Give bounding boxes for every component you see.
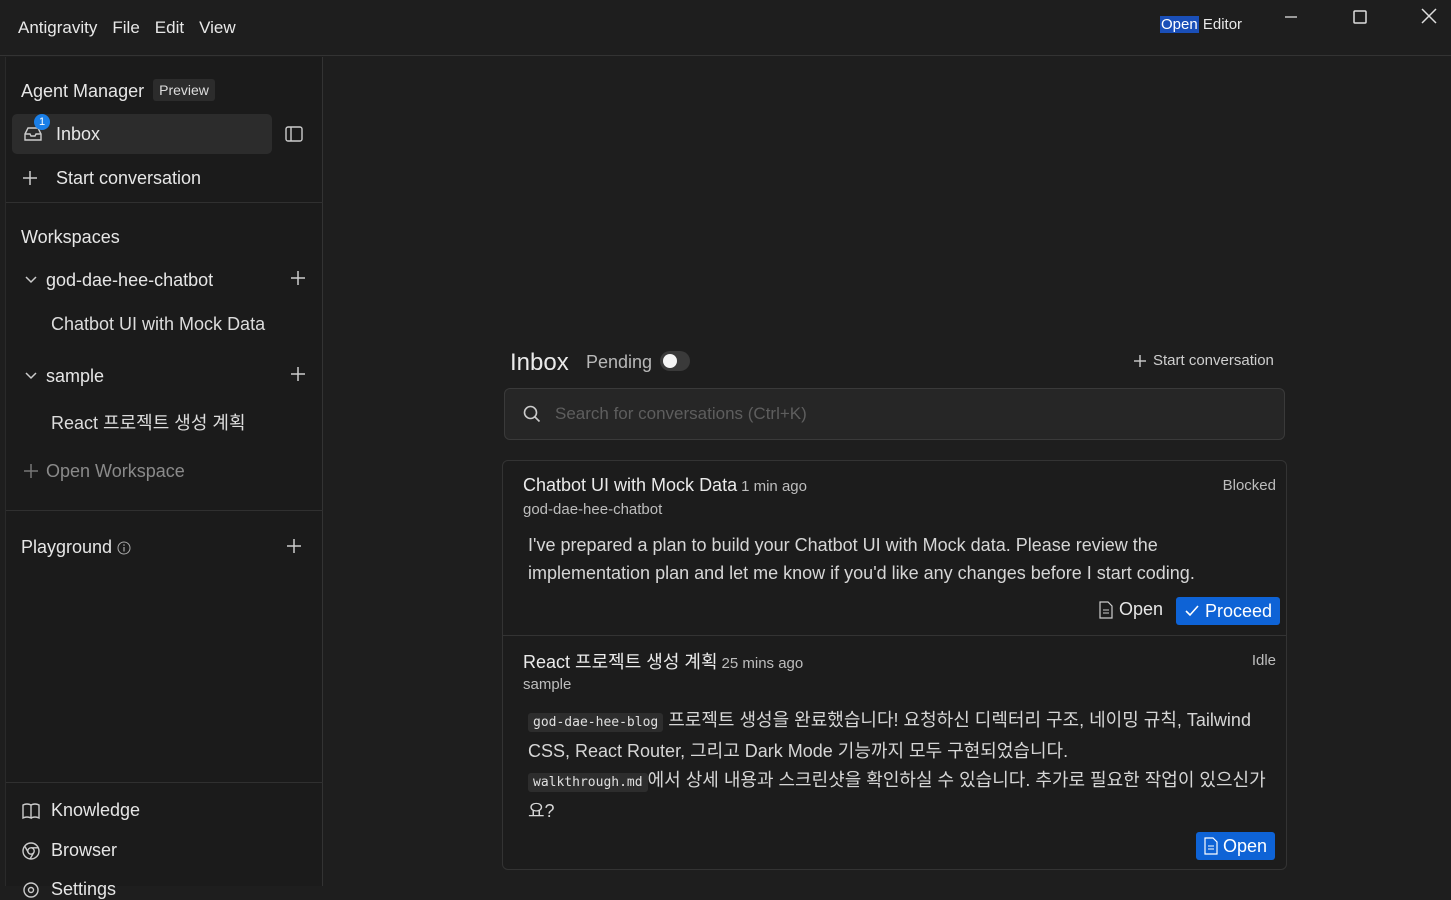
menu-bar: Antigravity File Edit View xyxy=(0,18,236,38)
plus-icon xyxy=(287,539,301,553)
file-icon xyxy=(1099,600,1113,619)
inline-code: walkthrough.md xyxy=(528,773,648,792)
conversation-title: Chatbot UI with Mock Data xyxy=(523,475,738,495)
conversation-card[interactable]: React 프로젝트 생성 계획 25 mins ago Idle sample … xyxy=(503,635,1286,869)
open-button[interactable]: Open xyxy=(1099,599,1163,620)
conversation-body: I've prepared a plan to build your Chatb… xyxy=(528,535,1195,583)
inbox-label: Inbox xyxy=(56,123,101,144)
toggle-knob xyxy=(663,354,677,368)
open-label: Open xyxy=(1223,835,1268,856)
status-badge: Idle xyxy=(1251,652,1276,669)
agent-manager-heading: Agent Manager Preview xyxy=(21,79,215,102)
agent-manager-label: Agent Manager xyxy=(21,81,145,101)
chrome-icon xyxy=(22,841,40,860)
inbox-count-badge: 1 xyxy=(34,114,50,130)
conversation-title: React 프로젝트 생성 계획 xyxy=(523,652,718,672)
menu-edit[interactable]: Edit xyxy=(155,18,184,38)
sidebar-divider xyxy=(6,202,323,203)
conversation-card[interactable]: Chatbot UI with Mock Data 1 min ago Block… xyxy=(503,461,1286,635)
conversation-body: god-dae-hee-blog 프로젝트 생성을 완료했습니다! 요청하신 디… xyxy=(528,706,1273,826)
workspace-sample[interactable]: sample xyxy=(16,358,306,394)
minimize-button[interactable] xyxy=(1281,6,1301,26)
conversation-workspace: god-dae-hee-chatbot xyxy=(523,501,663,518)
info-icon xyxy=(117,541,131,554)
title-bar: Antigravity File Edit View Open Editor xyxy=(0,0,1451,56)
proceed-button[interactable]: Proceed xyxy=(1176,597,1281,625)
playground-label: Playground xyxy=(21,537,113,557)
conversation-workspace: sample xyxy=(523,676,572,693)
plus-icon xyxy=(1134,354,1146,367)
open-workspace-button[interactable]: Open Workspace xyxy=(16,453,306,489)
open-editor-highlight: Open xyxy=(1160,16,1199,33)
add-conversation-icon[interactable] xyxy=(290,366,306,387)
workspace-god-dae-hee-chatbot[interactable]: god-dae-hee-chatbot xyxy=(16,262,306,298)
add-playground-button[interactable] xyxy=(286,538,302,559)
search-bar[interactable] xyxy=(504,388,1285,440)
workspace-name: god-dae-hee-chatbot xyxy=(46,269,214,290)
close-button[interactable] xyxy=(1419,6,1439,26)
add-conversation-icon[interactable] xyxy=(290,270,306,291)
sidebar-item-settings[interactable]: Settings xyxy=(21,879,116,900)
workspaces-heading: Workspaces xyxy=(21,227,120,247)
plus-icon xyxy=(16,463,46,479)
maximize-button[interactable] xyxy=(1350,6,1370,26)
maximize-icon xyxy=(1353,10,1367,24)
workspace-name: sample xyxy=(46,365,105,386)
sidebar-item-knowledge[interactable]: Knowledge xyxy=(21,800,140,821)
plus-icon xyxy=(22,170,50,186)
open-editor-label: Editor xyxy=(1198,16,1243,33)
start-conversation-label: Start conversation xyxy=(56,167,202,188)
conversation-time: 1 min ago xyxy=(741,478,807,495)
start-conversation-label: Start conversation xyxy=(1153,352,1274,369)
sidebar-divider xyxy=(6,782,323,783)
conversation-title-row: Chatbot UI with Mock Data 1 min ago xyxy=(523,475,807,496)
start-conversation-link[interactable]: Start conversation xyxy=(1133,352,1274,369)
inbox-icon: 1 xyxy=(22,114,50,144)
menu-file[interactable]: File xyxy=(112,18,139,38)
toggle-panel-button[interactable] xyxy=(284,124,304,149)
conversation-list: Chatbot UI with Mock Data 1 min ago Block… xyxy=(502,460,1287,870)
inline-code: god-dae-hee-blog xyxy=(528,713,664,732)
sidebar-divider xyxy=(6,510,323,511)
inbox-title: Inbox xyxy=(510,349,569,376)
open-editor-button[interactable]: Open Editor xyxy=(1160,16,1242,33)
open-label: Open xyxy=(1119,599,1164,619)
conversation-time: 25 mins ago xyxy=(721,655,804,672)
sidebar: Agent Manager Preview 1 Inbox Start conv… xyxy=(5,57,323,899)
playground-heading[interactable]: Playground xyxy=(21,537,131,558)
workspace-conversation-item[interactable]: React 프로젝트 생성 계획 xyxy=(51,409,246,435)
search-input[interactable] xyxy=(555,404,1235,424)
book-icon xyxy=(22,802,40,819)
pending-toggle[interactable] xyxy=(660,351,690,371)
start-conversation-button[interactable]: Start conversation xyxy=(12,158,272,198)
chevron-down-icon xyxy=(16,275,46,285)
check-icon xyxy=(1185,605,1199,617)
sidebar-item-browser[interactable]: Browser xyxy=(21,840,117,861)
close-icon xyxy=(1421,8,1437,24)
file-icon xyxy=(1204,837,1218,855)
status-badge: Blocked xyxy=(1222,477,1276,494)
workspace-conversation-item[interactable]: Chatbot UI with Mock Data xyxy=(51,314,265,335)
menu-view[interactable]: View xyxy=(199,18,236,38)
search-icon xyxy=(523,405,541,423)
open-workspace-label: Open Workspace xyxy=(46,460,185,481)
panel-layout-icon xyxy=(285,126,303,142)
knowledge-label: Knowledge xyxy=(51,800,141,820)
chevron-down-icon xyxy=(16,371,46,381)
preview-badge: Preview xyxy=(153,79,215,101)
proceed-label: Proceed xyxy=(1205,600,1273,621)
pending-label: Pending xyxy=(586,352,653,372)
browser-label: Browser xyxy=(51,840,118,860)
open-button[interactable]: Open xyxy=(1196,832,1276,860)
conversation-title-row: React 프로젝트 생성 계획 25 mins ago xyxy=(523,648,803,674)
settings-label: Settings xyxy=(51,879,117,899)
app-name: Antigravity xyxy=(18,17,98,37)
sidebar-item-inbox[interactable]: 1 Inbox xyxy=(12,114,272,154)
gear-icon xyxy=(23,881,39,898)
minimize-icon xyxy=(1285,16,1297,18)
